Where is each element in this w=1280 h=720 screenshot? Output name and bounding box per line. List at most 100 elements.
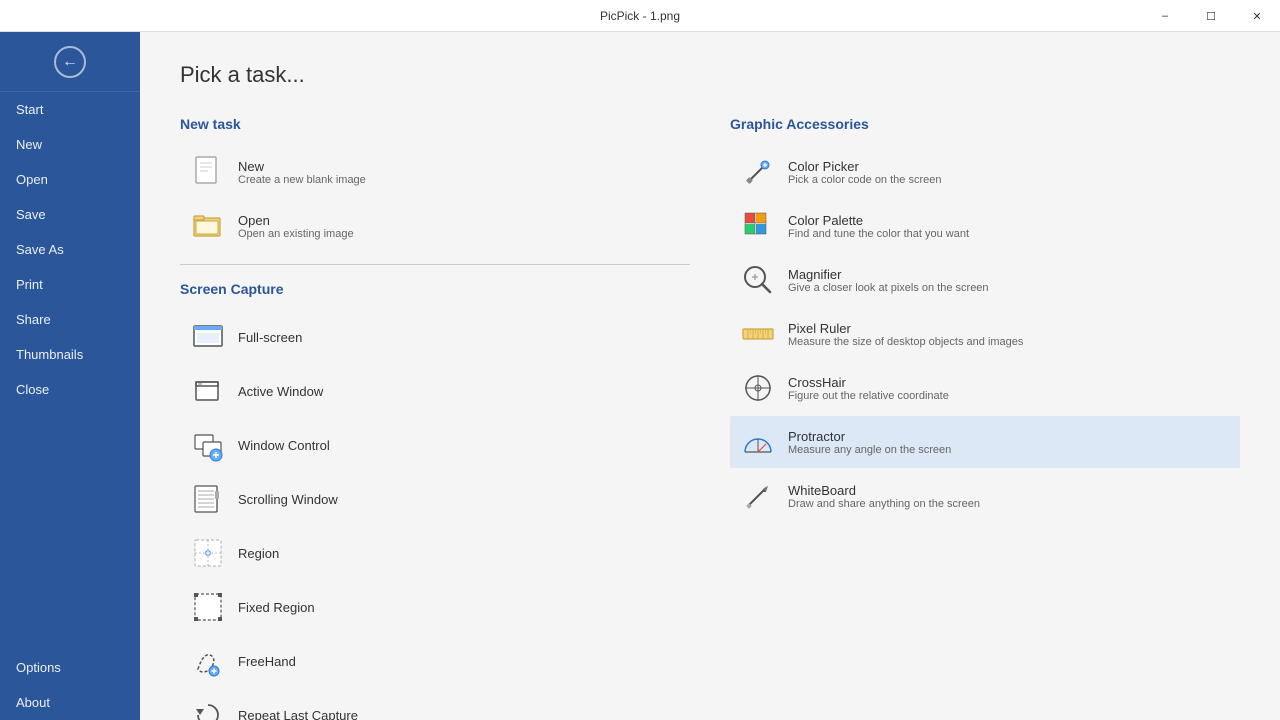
- task-fixed-region-text: Fixed Region: [238, 600, 315, 615]
- back-button[interactable]: ←: [0, 32, 140, 92]
- task-open-text: Open Open an existing image: [238, 213, 354, 240]
- right-column: Graphic Accessories Color Picker: [730, 116, 1240, 720]
- task-freehand-name: FreeHand: [238, 654, 296, 669]
- task-whiteboard-name: WhiteBoard: [788, 483, 980, 498]
- sidebar-item-save-as[interactable]: Save As: [0, 232, 140, 267]
- full-screen-icon: [190, 319, 226, 355]
- task-magnifier-text: Magnifier Give a closer look at pixels o…: [788, 267, 989, 294]
- task-magnifier[interactable]: Magnifier Give a closer look at pixels o…: [730, 254, 1240, 306]
- titlebar-controls: – ☐ ✕: [1142, 0, 1280, 32]
- titlebar-title: PicPick - 1.png: [600, 9, 680, 23]
- task-color-picker-desc: Pick a color code on the screen: [788, 174, 941, 186]
- task-whiteboard-desc: Draw and share anything on the screen: [788, 498, 980, 510]
- task-active-window[interactable]: Active Window: [180, 365, 690, 417]
- task-freehand-text: FreeHand: [238, 654, 296, 669]
- task-window-control-name: Window Control: [238, 438, 330, 453]
- task-crosshair-name: CrossHair: [788, 375, 949, 390]
- task-window-control[interactable]: Window Control: [180, 419, 690, 471]
- task-new-text: New Create a new blank image: [238, 159, 366, 186]
- minimize-button[interactable]: –: [1142, 0, 1188, 32]
- fixed-region-icon: [190, 589, 226, 625]
- task-pixel-ruler-desc: Measure the size of desktop objects and …: [788, 336, 1023, 348]
- active-window-icon: [190, 373, 226, 409]
- task-open[interactable]: Open Open an existing image: [180, 200, 690, 252]
- left-column: New task New Create a new blank image: [180, 116, 690, 720]
- task-pixel-ruler-text: Pixel Ruler Measure the size of desktop …: [788, 321, 1023, 348]
- task-protractor-desc: Measure any angle on the screen: [788, 444, 951, 456]
- scrolling-window-icon: [190, 481, 226, 517]
- sidebar-item-print[interactable]: Print: [0, 267, 140, 302]
- open-icon: [190, 208, 226, 244]
- crosshair-icon: [740, 370, 776, 406]
- pixel-ruler-icon: [740, 316, 776, 352]
- task-scrolling-window[interactable]: Scrolling Window: [180, 473, 690, 525]
- content-area: Pick a task... New task: [140, 32, 1280, 720]
- sidebar-item-new[interactable]: New: [0, 127, 140, 162]
- protractor-icon: [740, 424, 776, 460]
- region-icon: [190, 535, 226, 571]
- task-magnifier-name: Magnifier: [788, 267, 989, 282]
- divider-new-capture: [180, 264, 690, 265]
- task-window-control-text: Window Control: [238, 438, 330, 453]
- task-color-palette-name: Color Palette: [788, 213, 969, 228]
- task-whiteboard[interactable]: WhiteBoard Draw and share anything on th…: [730, 470, 1240, 522]
- sidebar-item-options[interactable]: Options: [0, 650, 140, 685]
- task-new[interactable]: New Create a new blank image: [180, 146, 690, 198]
- task-protractor-name: Protractor: [788, 429, 951, 444]
- new-icon: [190, 154, 226, 190]
- graphic-accessories-section-title: Graphic Accessories: [730, 116, 1240, 132]
- sidebar-item-about[interactable]: About: [0, 685, 140, 720]
- task-full-screen-name: Full-screen: [238, 330, 302, 345]
- task-region[interactable]: Region: [180, 527, 690, 579]
- task-color-picker[interactable]: Color Picker Pick a color code on the sc…: [730, 146, 1240, 198]
- task-open-desc: Open an existing image: [238, 228, 354, 240]
- task-full-screen[interactable]: Full-screen: [180, 311, 690, 363]
- content-grid: New task New Create a new blank image: [180, 116, 1240, 720]
- freehand-icon: [190, 643, 226, 679]
- task-crosshair[interactable]: CrossHair Figure out the relative coordi…: [730, 362, 1240, 414]
- task-color-picker-name: Color Picker: [788, 159, 941, 174]
- task-whiteboard-text: WhiteBoard Draw and share anything on th…: [788, 483, 980, 510]
- task-pixel-ruler-name: Pixel Ruler: [788, 321, 1023, 336]
- color-palette-icon: [740, 208, 776, 244]
- back-circle-icon: ←: [54, 46, 86, 78]
- task-magnifier-desc: Give a closer look at pixels on the scre…: [788, 282, 989, 294]
- task-color-palette-desc: Find and tune the color that you want: [788, 228, 969, 240]
- whiteboard-icon: [740, 478, 776, 514]
- close-window-button[interactable]: ✕: [1234, 0, 1280, 32]
- sidebar-item-save[interactable]: Save: [0, 197, 140, 232]
- color-picker-icon: [740, 154, 776, 190]
- repeat-last-capture-icon: [190, 697, 226, 720]
- task-repeat-last-capture[interactable]: Repeat Last Capture: [180, 689, 690, 720]
- task-color-palette-text: Color Palette Find and tune the color th…: [788, 213, 969, 240]
- task-full-screen-text: Full-screen: [238, 330, 302, 345]
- task-new-desc: Create a new blank image: [238, 174, 366, 186]
- task-repeat-last-capture-text: Repeat Last Capture: [238, 708, 358, 720]
- task-color-palette[interactable]: Color Palette Find and tune the color th…: [730, 200, 1240, 252]
- sidebar-item-close[interactable]: Close: [0, 372, 140, 407]
- task-region-text: Region: [238, 546, 279, 561]
- task-pixel-ruler[interactable]: Pixel Ruler Measure the size of desktop …: [730, 308, 1240, 360]
- maximize-button[interactable]: ☐: [1188, 0, 1234, 32]
- screen-capture-section-title: Screen Capture: [180, 281, 690, 297]
- sidebar-item-thumbnails[interactable]: Thumbnails: [0, 337, 140, 372]
- task-fixed-region-name: Fixed Region: [238, 600, 315, 615]
- magnifier-icon: [740, 262, 776, 298]
- task-color-picker-text: Color Picker Pick a color code on the sc…: [788, 159, 941, 186]
- new-task-section-title: New task: [180, 116, 690, 132]
- task-protractor[interactable]: Protractor Measure any angle on the scre…: [730, 416, 1240, 468]
- task-repeat-last-capture-name: Repeat Last Capture: [238, 708, 358, 720]
- task-active-window-text: Active Window: [238, 384, 323, 399]
- task-active-window-name: Active Window: [238, 384, 323, 399]
- task-crosshair-text: CrossHair Figure out the relative coordi…: [788, 375, 949, 402]
- sidebar-item-share[interactable]: Share: [0, 302, 140, 337]
- task-freehand[interactable]: FreeHand: [180, 635, 690, 687]
- task-fixed-region[interactable]: Fixed Region: [180, 581, 690, 633]
- task-scrolling-window-name: Scrolling Window: [238, 492, 338, 507]
- page-title: Pick a task...: [180, 62, 1240, 88]
- sidebar-item-open[interactable]: Open: [0, 162, 140, 197]
- task-crosshair-desc: Figure out the relative coordinate: [788, 390, 949, 402]
- sidebar-item-start[interactable]: Start: [0, 92, 140, 127]
- task-scrolling-window-text: Scrolling Window: [238, 492, 338, 507]
- window-control-icon: [190, 427, 226, 463]
